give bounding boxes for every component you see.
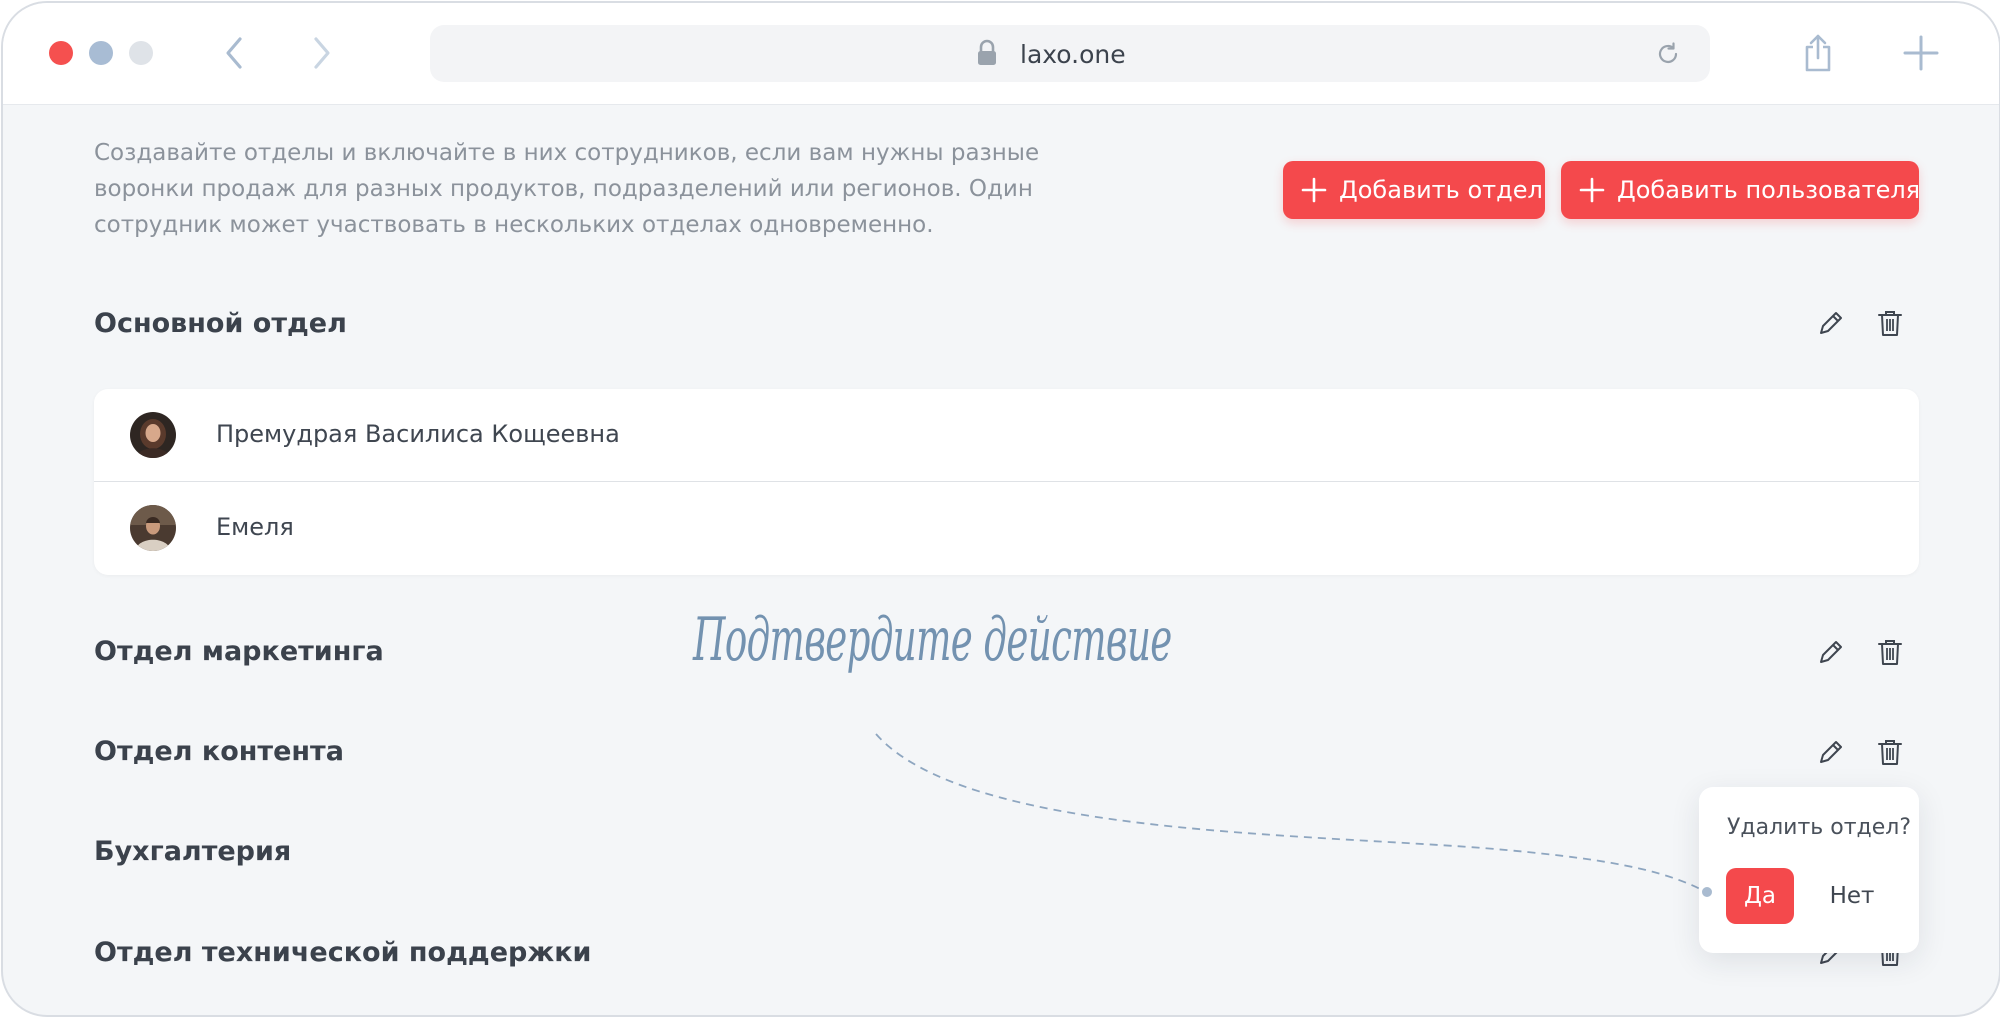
reload-icon[interactable] xyxy=(1654,40,1682,68)
intro-text: Создавайте отделы и включайте в них сотр… xyxy=(94,140,1040,238)
lock-icon xyxy=(978,39,996,65)
trash-icon[interactable] xyxy=(1875,737,1905,767)
annotation-caption: Подтвердите действие xyxy=(693,605,1172,675)
add-department-label: Добавить отдел xyxy=(1339,176,1543,204)
address-bar[interactable]: laxo.one xyxy=(430,25,1710,82)
member-row[interactable]: Премудрая Василиса Кощеевна xyxy=(94,389,1919,482)
chevron-right-icon xyxy=(314,37,330,69)
member-row[interactable]: Емеля xyxy=(94,482,1919,574)
member-name: Премудрая Василиса Кощеевна xyxy=(216,420,620,448)
trash-icon[interactable] xyxy=(1875,637,1905,667)
department-title-main[interactable]: Основной отдел xyxy=(94,308,347,339)
department-title-accounting[interactable]: Бухгалтерия xyxy=(94,836,291,867)
close-window-button[interactable] xyxy=(49,41,73,65)
zoom-window-button[interactable] xyxy=(129,41,153,65)
forward-button[interactable] xyxy=(299,31,343,75)
department-title-support[interactable]: Отдел технической поддержки xyxy=(94,937,591,968)
new-tab-icon[interactable] xyxy=(1901,33,1941,73)
back-button[interactable] xyxy=(213,31,257,75)
edit-icon[interactable] xyxy=(1816,637,1846,667)
plus-icon xyxy=(1301,177,1327,203)
add-department-button[interactable]: Добавить отдел xyxy=(1283,161,1545,219)
delete-confirm-popover: Удалить отдел? Да Нет xyxy=(1699,787,1919,953)
department-title-marketing[interactable]: Отдел маркетинга xyxy=(94,636,384,667)
url-text: laxo.one xyxy=(1020,40,1126,69)
delete-confirm-question: Удалить отдел? xyxy=(1727,815,1911,840)
edit-icon[interactable] xyxy=(1816,308,1846,338)
minimize-window-button[interactable] xyxy=(89,41,113,65)
member-name: Емеля xyxy=(216,513,294,541)
share-icon[interactable] xyxy=(1801,33,1835,73)
chevron-left-icon xyxy=(226,37,242,69)
add-user-button[interactable]: Добавить пользователя xyxy=(1561,161,1921,219)
confirm-no-button[interactable]: Нет xyxy=(1817,868,1887,924)
browser-toolbar: laxo.one xyxy=(3,3,1999,105)
browser-window: laxo.one Создавайте отделы и включайте в… xyxy=(1,1,2000,1017)
edit-icon[interactable] xyxy=(1816,737,1846,767)
department-title-content[interactable]: Отдел контента xyxy=(94,736,344,767)
add-user-label: Добавить пользователя xyxy=(1617,176,1921,204)
connector-dot xyxy=(1702,887,1712,897)
department-members-list: Премудрая Василиса Кощеевна Емеля xyxy=(94,389,1919,575)
confirm-yes-button[interactable]: Да xyxy=(1726,868,1794,924)
trash-icon[interactable] xyxy=(1875,308,1905,338)
plus-icon xyxy=(1579,177,1605,203)
avatar xyxy=(130,505,176,551)
avatar xyxy=(130,412,176,458)
